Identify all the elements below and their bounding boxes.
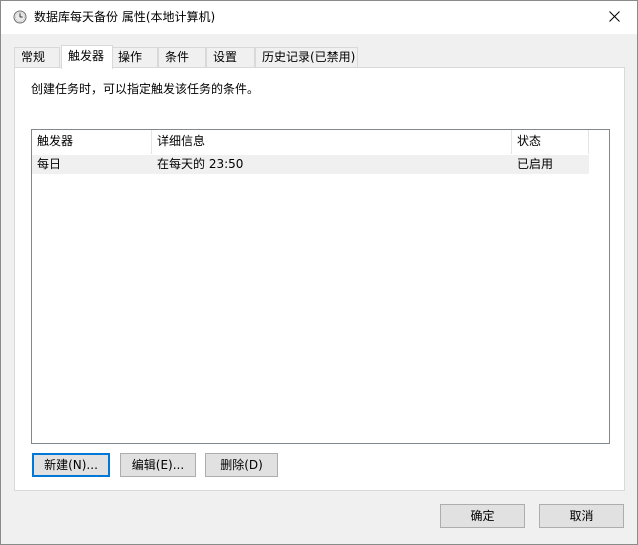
ok-button[interactable]: 确定: [440, 504, 525, 528]
list-header: 触发器 详细信息 状态: [32, 130, 589, 154]
tab-actions[interactable]: 操作: [111, 47, 158, 68]
tab-conditions[interactable]: 条件: [158, 47, 206, 68]
trigger-list[interactable]: 触发器 详细信息 状态 每日 在每天的 23:50 已启用: [31, 129, 610, 444]
tab-history[interactable]: 历史记录(已禁用): [255, 47, 358, 68]
column-header-details[interactable]: 详细信息: [152, 130, 512, 154]
task-clock-icon: [13, 10, 27, 24]
cancel-button[interactable]: 取消: [539, 504, 624, 528]
cell-trigger: 每日: [37, 157, 62, 171]
panel-description: 创建任务时，可以指定触发该任务的条件。: [31, 82, 260, 96]
edit-trigger-button[interactable]: 编辑(E)...: [120, 453, 196, 477]
tab-triggers[interactable]: 触发器: [61, 45, 113, 69]
tab-general[interactable]: 常规: [14, 47, 60, 68]
delete-trigger-button[interactable]: 删除(D): [205, 453, 278, 477]
tab-settings[interactable]: 设置: [206, 47, 255, 68]
new-trigger-button[interactable]: 新建(N)...: [32, 453, 110, 477]
close-button[interactable]: [591, 1, 637, 34]
title-bar[interactable]: 数据库每天备份 属性(本地计算机): [1, 1, 637, 34]
table-row[interactable]: 每日 在每天的 23:50 已启用: [32, 155, 589, 174]
cell-status: 已启用: [517, 157, 554, 171]
cell-details: 在每天的 23:50: [157, 157, 244, 171]
properties-dialog: 数据库每天备份 属性(本地计算机) 常规 触发器 操作 条件 设置 历史记录(已…: [0, 0, 638, 545]
triggers-panel: 创建任务时，可以指定触发该任务的条件。 触发器 详细信息 状态 每日 在每天的 …: [14, 67, 625, 491]
column-header-status[interactable]: 状态: [512, 130, 589, 154]
window-title: 数据库每天备份 属性(本地计算机): [34, 10, 216, 24]
close-icon: [608, 10, 620, 25]
column-header-trigger[interactable]: 触发器: [32, 130, 152, 154]
